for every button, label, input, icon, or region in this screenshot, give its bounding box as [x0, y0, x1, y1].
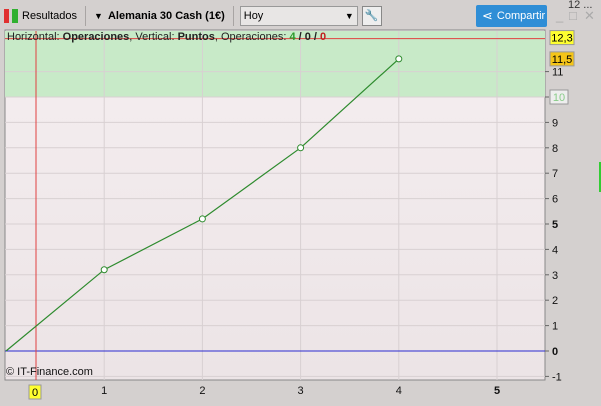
results-chart[interactable]: -10123456789111 2 3 4 512,311,5100: [0, 0, 601, 406]
y-tick-label: -1: [552, 371, 562, 383]
y-tick-label: 8: [552, 143, 558, 155]
data-point: [297, 144, 305, 152]
y-tick-label: 1: [552, 321, 558, 333]
last-value-badge: 11,5: [552, 54, 573, 66]
data-point: [100, 266, 108, 274]
y-tick-label: 4: [552, 244, 558, 256]
y-tick-label: 11: [552, 67, 563, 79]
zone-badge: 10: [553, 92, 565, 104]
h-value: Operaciones: [62, 31, 130, 43]
y-tick-label: 2: [552, 295, 558, 307]
y-tick-label: 6: [552, 194, 558, 206]
ops-label: , Operaciones:: [214, 31, 290, 43]
cursor-x-badge: 0: [32, 387, 38, 399]
x-tick-label: 4: [396, 385, 402, 397]
data-point: [198, 215, 206, 223]
y-tick-label: 0: [552, 346, 558, 358]
cursor-y-badge: 12,3: [551, 33, 572, 45]
data-point: [395, 55, 403, 63]
x-tick-label: 1: [101, 385, 107, 397]
h-label: Horizontal:: [7, 31, 63, 43]
x-tick-label: 3: [298, 385, 304, 397]
chart-info: Horizontal: Operaciones, Vertical: Punto…: [7, 31, 327, 43]
ops-loss: 0: [320, 31, 327, 43]
v-label: , Vertical:: [129, 31, 178, 43]
v-value: Puntos: [177, 31, 215, 43]
x-tick-label: 2: [199, 385, 205, 397]
y-tick-label: 5: [552, 219, 558, 231]
x-tick-label: 5: [494, 385, 500, 397]
copyright: © IT-Finance.com: [6, 366, 93, 378]
y-tick-label: 9: [552, 117, 558, 129]
y-tick-label: 7: [552, 168, 558, 180]
y-tick-label: 3: [552, 270, 558, 282]
